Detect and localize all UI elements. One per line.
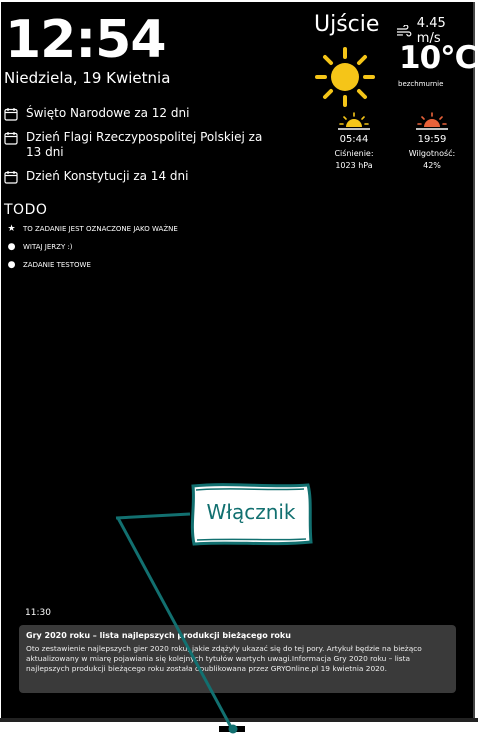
todo-item-label: WITAJ JERZY :)	[23, 242, 73, 251]
calendar-event: Dzień Konstytucji za 14 dni	[4, 169, 269, 184]
todo-item: ★ TO ZADANIE JEST OZNACZONE JAKO WAŻNE	[7, 223, 178, 234]
pressure-label: Ciśnienie:	[334, 149, 374, 158]
news-card[interactable]: Gry 2020 roku – lista najlepszych produk…	[19, 625, 456, 693]
mirror-device: 12:54 Niedziela, 19 Kwietnia Święto Naro…	[0, 0, 478, 737]
power-button[interactable]	[219, 726, 245, 732]
humidity-label: Wilgotność:	[408, 149, 456, 158]
bullet-icon: ●	[7, 259, 16, 270]
mirror-screen: 12:54 Niedziela, 19 Kwietnia Święto Naro…	[1, 2, 477, 718]
calendar-icon	[4, 171, 18, 184]
weather-condition: bezchmurnie	[398, 80, 444, 88]
calendar-event-label: Dzień Konstytucji za 14 dni	[26, 169, 189, 183]
sun-icon	[315, 47, 375, 107]
humidity-value: 42%	[423, 161, 441, 170]
weather-location: Ujście	[314, 12, 380, 37]
pressure-value: 1023 hPa	[335, 161, 373, 170]
calendar-icon	[4, 108, 18, 121]
clock-time: 12:54	[5, 10, 167, 70]
bezel-edge	[0, 718, 478, 722]
todo-title: TODO	[4, 202, 48, 218]
todo-item-label: TO ZADANIE JEST OZNACZONE JAKO WAŻNE	[23, 224, 178, 233]
news-title: Gry 2020 roku – lista najlepszych produk…	[26, 631, 291, 640]
news-time: 11:30	[25, 608, 51, 618]
sunrise-time: 05:44	[339, 134, 369, 145]
bullet-icon: ●	[7, 241, 16, 252]
calendar-event: Dzień Flagi Rzeczypospolitej Polskiej za…	[4, 130, 269, 160]
weather-temperature: 10°C	[399, 40, 477, 76]
calendar-event-label: Święto Narodowe za 12 dni	[26, 106, 190, 120]
sunset-icon	[416, 112, 448, 130]
calendar-events: Święto Narodowe za 12 dni Dzień Flagi Rz…	[4, 106, 269, 193]
sunset-block: 19:59 Wilgotność: 42%	[404, 111, 460, 172]
todo-item: ● ZADANIE TESTOWE	[7, 259, 178, 270]
sunrise-icon	[338, 112, 370, 130]
sunset-time: 19:59	[417, 134, 447, 145]
clock-date: Niedziela, 19 Kwietnia	[4, 69, 171, 87]
annotation-label: Włącznik	[206, 500, 296, 524]
todo-item: ● WITAJ JERZY :)	[7, 241, 178, 252]
todo-item-label: ZADANIE TESTOWE	[23, 260, 91, 269]
calendar-event: Święto Narodowe za 12 dni	[4, 106, 269, 121]
todo-list: ★ TO ZADANIE JEST OZNACZONE JAKO WAŻNE ●…	[7, 223, 178, 278]
calendar-event-label: Dzień Flagi Rzeczypospolitej Polskiej za…	[26, 130, 263, 159]
wind-icon	[396, 25, 412, 37]
calendar-icon	[4, 132, 18, 145]
news-body: Oto zestawienie najlepszych gier 2020 ro…	[26, 644, 422, 673]
sunrise-block: 05:44 Ciśnienie: 1023 hPa	[331, 111, 377, 172]
star-icon: ★	[7, 223, 16, 234]
